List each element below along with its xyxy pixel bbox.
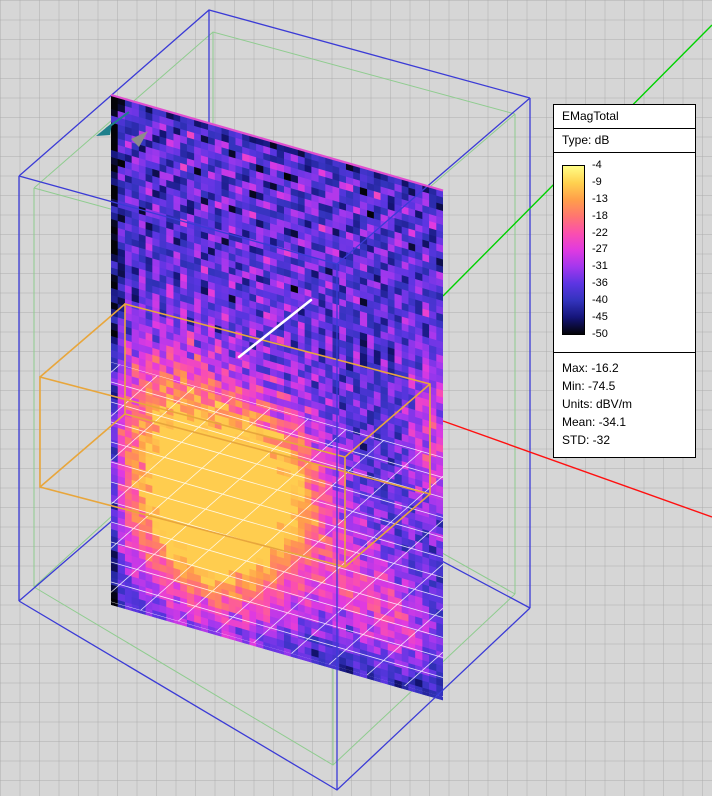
excitation-arrow-shaft: [106, 112, 129, 129]
outer-box-far-edges-path: [19, 10, 530, 608]
colorbar-labels: -4 -9 -13 -18 -22 -27 -31 -36 -40 -45 -5…: [592, 160, 608, 340]
inner-boundary-box: [34, 32, 515, 765]
scale-label: -45: [592, 312, 608, 323]
stat-max: Max: -16.2: [562, 359, 691, 377]
excitation-arrow-head: [96, 123, 112, 136]
stat-mean: Mean: -34.1: [562, 413, 691, 431]
field-plot-legend[interactable]: EMagTotal Type: dB -4 -9 -13 -18 -22 -27…: [553, 104, 696, 458]
field-plot-plane: [111, 95, 443, 701]
object-bounding-box: [40, 304, 430, 567]
scale-label: -22: [592, 228, 608, 239]
object-box-edges: [40, 304, 430, 567]
scale-label: -18: [592, 211, 608, 222]
scale-label: -40: [592, 295, 608, 306]
legend-type: Type: dB: [554, 129, 695, 153]
scale-label: -27: [592, 244, 608, 255]
outer-boundary-box-far-edges: [19, 10, 530, 608]
scale-label: -9: [592, 177, 608, 188]
3d-modeler-viewport[interactable]: EMagTotal Type: dB -4 -9 -13 -18 -22 -27…: [0, 0, 712, 796]
stat-units: Units: dBV/m: [562, 395, 691, 413]
dipole-antenna: [239, 300, 311, 357]
plot-top-edge: [111, 95, 443, 191]
scale-label: -36: [592, 278, 608, 289]
stat-min: Min: -74.5: [562, 377, 691, 395]
stat-std: STD: -32: [562, 431, 691, 449]
scale-label: -31: [592, 261, 608, 272]
plot-mesh-grid: [111, 80, 443, 796]
legend-title: EMagTotal: [554, 105, 695, 129]
outer-boundary-box-near-edges: [19, 98, 530, 790]
scale-label: -13: [592, 194, 608, 205]
colorbar: [562, 165, 585, 335]
orientation-arrow-icon: [131, 131, 148, 147]
scale-label: -50: [592, 329, 608, 340]
legend-stats: Max: -16.2 Min: -74.5 Units: dBV/m Mean:…: [554, 353, 695, 457]
inner-box-edges: [34, 32, 515, 765]
outer-box-near-edges-path: [19, 98, 530, 790]
legend-colorbar-section: -4 -9 -13 -18 -22 -27 -31 -36 -40 -45 -5…: [554, 153, 695, 353]
excitation-arrow-icon: [96, 112, 148, 147]
scale-label: -4: [592, 160, 608, 171]
